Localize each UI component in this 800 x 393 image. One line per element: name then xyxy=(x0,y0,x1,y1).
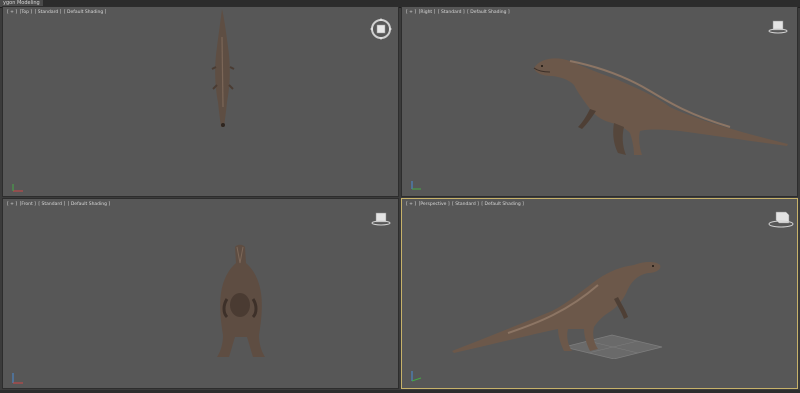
viewport-shading[interactable]: [ Default Shading ] xyxy=(467,10,510,15)
dinosaur-model-side[interactable] xyxy=(530,49,792,159)
viewport-shading[interactable]: [ Default Shading ] xyxy=(481,202,524,207)
viewport-right[interactable]: [ + ] [Right ] [ Standard ] [ Default Sh… xyxy=(401,6,798,197)
viewport-front[interactable]: [ + ] [Front ] [ Standard ] [ Default Sh… xyxy=(2,198,399,389)
viewport-label[interactable]: [ + ] [Right ] [ Standard ] [ Default Sh… xyxy=(406,10,511,16)
viewport-view-name[interactable]: [Top ] xyxy=(20,10,33,15)
dinosaur-model-perspective[interactable] xyxy=(448,259,664,355)
viewport-view-name[interactable]: [Perspective ] xyxy=(419,202,450,207)
axis-gizmo-icon xyxy=(12,373,23,384)
viewport-menu-button[interactable]: [ + ] xyxy=(406,10,416,15)
viewport-shading[interactable]: [ Default Shading ] xyxy=(68,202,111,207)
viewcube-icon[interactable] xyxy=(768,209,794,229)
viewport-menu-button[interactable]: [ + ] xyxy=(7,10,17,15)
viewport-label[interactable]: [ + ] [Perspective ] [ Standard ] [ Defa… xyxy=(406,202,525,208)
viewcube-icon[interactable] xyxy=(768,19,788,35)
viewport-style[interactable]: [ Standard ] xyxy=(438,10,465,15)
axis-gizmo-icon xyxy=(12,184,23,192)
viewport-menu-button[interactable]: [ + ] xyxy=(406,202,416,207)
viewcube-icon[interactable] xyxy=(371,211,391,227)
viewport-label[interactable]: [ + ] [Top ] [ Standard ] [ Default Shad… xyxy=(7,10,107,16)
viewport-style[interactable]: [ Standard ] xyxy=(38,202,65,207)
viewport-menu-button[interactable]: [ + ] xyxy=(7,202,17,207)
viewport-perspective[interactable]: [ + ] [Perspective ] [ Standard ] [ Defa… xyxy=(401,198,798,389)
dinosaur-model-top[interactable] xyxy=(203,7,243,129)
viewport-view-name[interactable]: [Front ] xyxy=(20,202,36,207)
viewport-label[interactable]: [ + ] [Front ] [ Standard ] [ Default Sh… xyxy=(7,202,111,208)
viewport-shading[interactable]: [ Default Shading ] xyxy=(64,10,107,15)
viewport-style[interactable]: [ Standard ] xyxy=(452,202,479,207)
viewport-view-name[interactable]: [Right ] xyxy=(419,10,436,15)
viewcube-compass-icon[interactable] xyxy=(369,17,393,41)
axis-gizmo-icon xyxy=(411,181,421,190)
dinosaur-model-front[interactable] xyxy=(213,243,269,361)
viewport-style[interactable]: [ Standard ] xyxy=(35,10,62,15)
axis-gizmo-icon xyxy=(411,371,422,382)
viewport-top[interactable]: [ + ] [Top ] [ Standard ] [ Default Shad… xyxy=(2,6,399,197)
